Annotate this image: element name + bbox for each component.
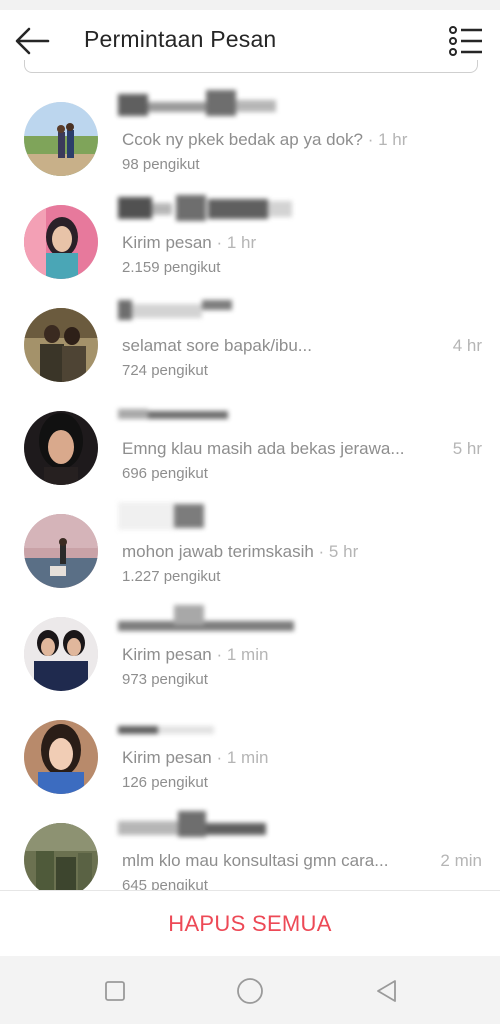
follower-count: 696 pengikut xyxy=(122,465,208,482)
delete-all-button[interactable]: HAPUS SEMUA xyxy=(168,911,331,937)
follower-count: 1.227 pengikut xyxy=(122,568,221,585)
message-request-row[interactable]: mlm klo mau konsultasi gmn cara... 2 min… xyxy=(0,805,500,890)
blurred-username xyxy=(118,502,204,530)
blurred-username xyxy=(118,409,228,419)
circle-icon xyxy=(237,978,263,1004)
message-request-list: Ccok ny pkek bedak ap ya dok? · 1 hr 98 … xyxy=(0,84,500,890)
message-request-row[interactable]: Emng klau masih ada bekas jerawa... 5 hr… xyxy=(0,393,500,493)
message-preview: selamat sore bapak/ibu... xyxy=(122,336,312,355)
message-preview: Kirim pesan · 1 min xyxy=(122,748,269,767)
list-menu-button[interactable] xyxy=(446,22,486,60)
blurred-username xyxy=(118,605,294,631)
message-request-row[interactable]: selamat sore bapak/ibu... 4 hr 724 pengi… xyxy=(0,290,500,390)
list-menu-icon xyxy=(449,26,482,56)
message-preview: mohon jawab terimskasih · 5 hr xyxy=(122,542,359,561)
avatar xyxy=(24,617,98,691)
message-preview: Kirim pesan · 1 hr xyxy=(122,233,257,252)
blurred-username xyxy=(118,300,232,320)
message-preview: Ccok ny pkek bedak ap ya dok? · 1 hr xyxy=(122,130,408,149)
arrow-left-icon xyxy=(15,27,50,55)
system-back-button[interactable] xyxy=(372,976,402,1006)
blurred-username xyxy=(118,726,214,734)
blurred-username xyxy=(118,811,266,837)
message-request-row[interactable]: Ccok ny pkek bedak ap ya dok? · 1 hr 98 … xyxy=(0,84,500,184)
message-request-row[interactable]: Kirim pesan · 1 min 973 pengikut xyxy=(0,599,500,699)
triangle-back-icon xyxy=(377,980,396,1002)
recent-apps-button[interactable] xyxy=(100,976,130,1006)
follower-count: 98 pengikut xyxy=(122,156,200,173)
message-request-row[interactable]: Kirim pesan · 1 min 126 pengikut xyxy=(0,702,500,802)
footer-bar: HAPUS SEMUA xyxy=(0,890,500,957)
message-preview: mlm klo mau konsultasi gmn cara... xyxy=(122,851,389,870)
square-icon xyxy=(105,981,125,1001)
follower-count: 126 pengikut xyxy=(122,774,208,791)
avatar xyxy=(24,308,98,382)
follower-count: 645 pengikut xyxy=(122,877,208,890)
home-button[interactable] xyxy=(234,975,266,1007)
message-time: 5 hr xyxy=(452,439,482,458)
follower-count: 724 pengikut xyxy=(122,362,208,379)
status-bar xyxy=(0,0,500,10)
follower-count: 973 pengikut xyxy=(122,671,208,688)
blurred-username xyxy=(118,90,276,116)
system-nav-bar xyxy=(0,956,500,1024)
avatar xyxy=(24,514,98,588)
blurred-username xyxy=(118,195,292,221)
message-preview: Kirim pesan · 1 min xyxy=(122,645,269,664)
message-time: 2 min xyxy=(440,851,482,870)
message-preview: Emng klau masih ada bekas jerawa... xyxy=(122,439,405,458)
page-title: Permintaan Pesan xyxy=(84,26,277,52)
back-button[interactable] xyxy=(14,24,50,58)
avatar xyxy=(24,102,98,176)
message-request-row[interactable]: mohon jawab terimskasih · 5 hr 1.227 pen… xyxy=(0,496,500,596)
avatar xyxy=(24,411,98,485)
follower-count: 2.159 pengikut xyxy=(122,259,221,276)
avatar xyxy=(24,823,98,890)
avatar xyxy=(24,205,98,279)
search-field-edge xyxy=(24,60,478,73)
message-request-row[interactable]: Kirim pesan · 1 hr 2.159 pengikut xyxy=(0,187,500,287)
message-time: 4 hr xyxy=(452,336,482,355)
avatar xyxy=(24,720,98,794)
